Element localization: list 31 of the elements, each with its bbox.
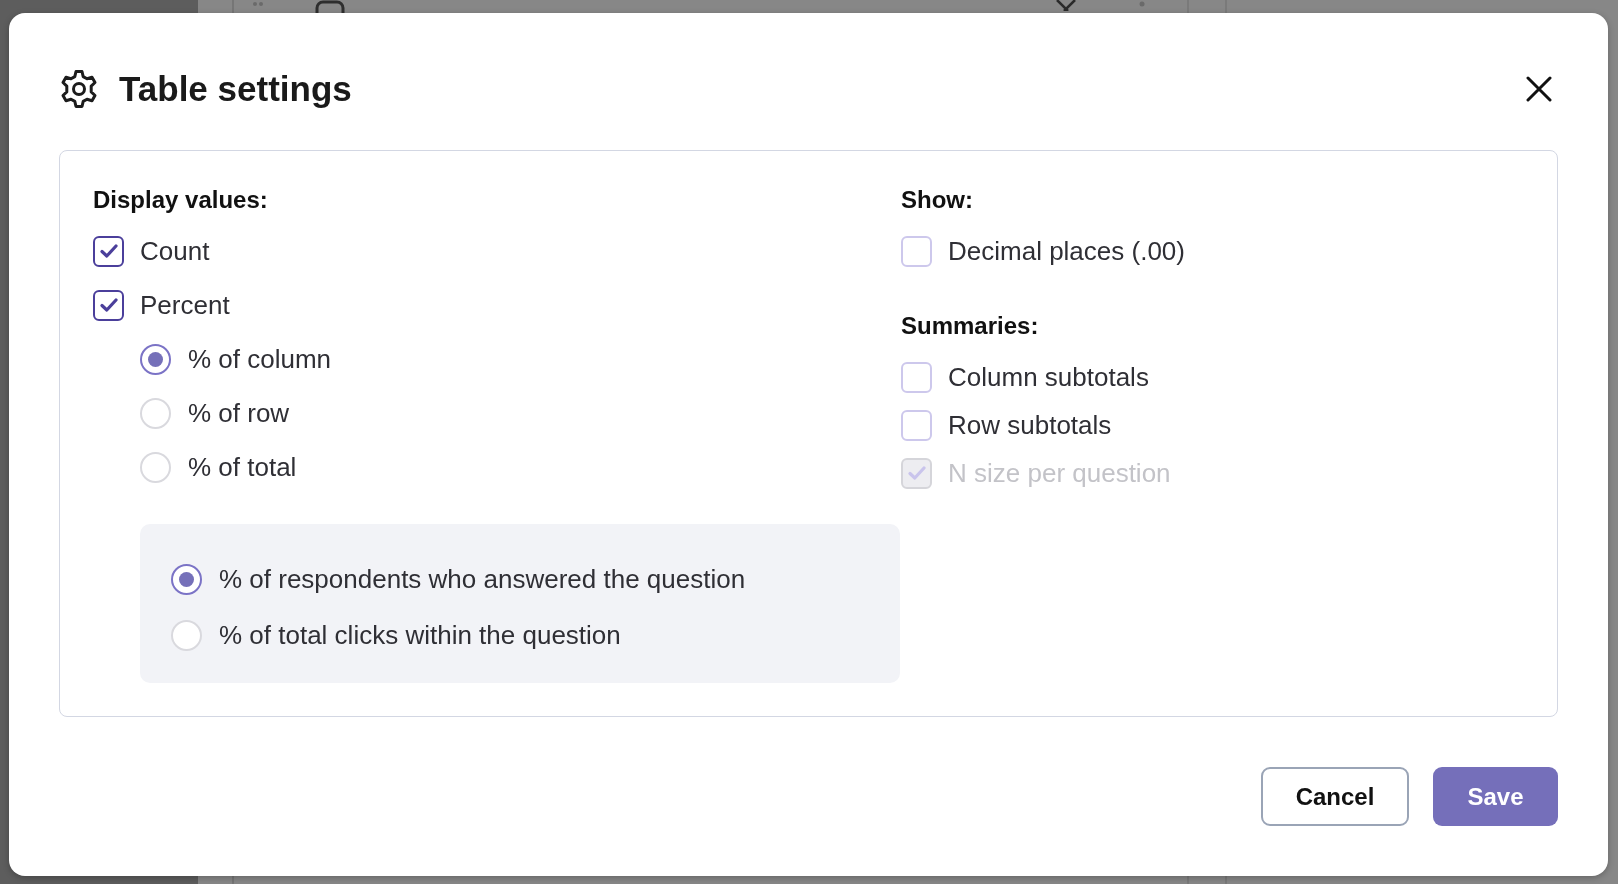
settings-icon — [59, 69, 99, 109]
radio-label: % of total clicks within the question — [219, 618, 621, 652]
radio-button[interactable] — [171, 563, 202, 595]
drag-handle-icon — [253, 0, 263, 8]
section-heading: Show: — [901, 185, 973, 215]
cancel-button[interactable]: Cancel — [1261, 767, 1409, 826]
rounded-frame-icon — [315, 0, 345, 13]
checkbox-label: Decimal places (.00) — [948, 234, 1185, 268]
checkbox-label: Row subtotals — [948, 408, 1112, 442]
section-heading: Summaries: — [901, 311, 1039, 341]
radio-button[interactable] — [140, 343, 171, 375]
save-button[interactable]: Save — [1433, 767, 1558, 826]
checkbox[interactable] — [93, 235, 124, 267]
close-icon — [1055, 0, 1077, 11]
dot-icon — [1139, 1, 1145, 7]
checkbox[interactable] — [93, 289, 124, 321]
checkbox-label: Count — [140, 234, 210, 268]
radio-label: % of respondents who answered the question — [219, 562, 746, 596]
checkmark-icon — [99, 244, 118, 258]
checkbox-label: Column subtotals — [948, 360, 1149, 394]
checkbox-label: N size per question — [948, 456, 1171, 490]
checkmark-icon — [99, 298, 118, 312]
section-heading: Display values: — [93, 185, 268, 215]
radio-label: % of row — [188, 396, 290, 430]
checkbox-label: Percent — [140, 288, 230, 322]
close-button[interactable] — [1525, 75, 1553, 103]
dialog-title: Table settings — [119, 68, 352, 110]
checkmark-icon — [907, 466, 926, 480]
radio-label: % of column — [188, 342, 332, 376]
radio-label: % of total — [188, 450, 297, 484]
close-icon — [1526, 76, 1552, 102]
